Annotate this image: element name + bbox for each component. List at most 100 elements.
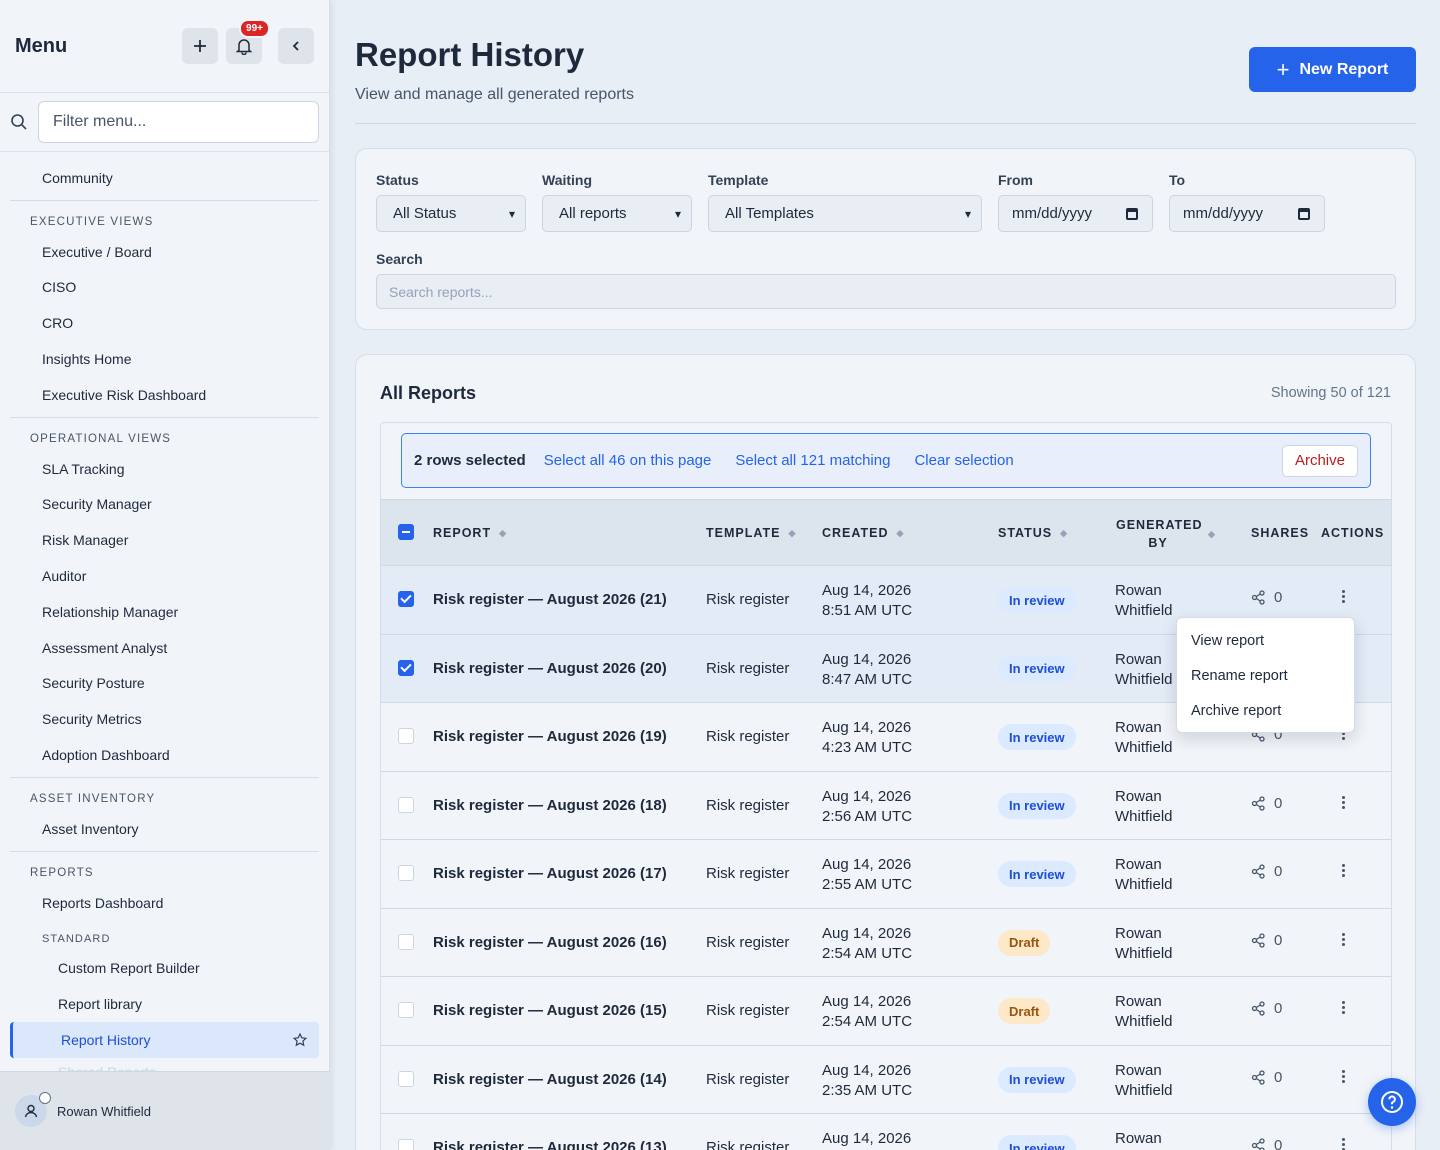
select-all-link[interactable]: Select all 121 matching	[735, 452, 890, 469]
collapse-sidebar-button[interactable]	[278, 28, 314, 64]
star-icon[interactable]	[293, 1033, 307, 1047]
row-actions-button[interactable]	[1339, 999, 1347, 1016]
table-row[interactable]: Risk register — August 2026 (16) Risk reg…	[381, 909, 1391, 977]
calendar-icon[interactable]	[1298, 207, 1310, 220]
column-report[interactable]: REPORT ◆	[433, 526, 506, 540]
shares-count[interactable]: 0	[1251, 1137, 1282, 1150]
clear-selection-link[interactable]: Clear selection	[914, 452, 1013, 469]
row-actions-button[interactable]	[1339, 862, 1347, 879]
shares-count[interactable]: 0	[1251, 932, 1282, 949]
status-select[interactable]: All Status ▾	[376, 195, 526, 232]
archive-button[interactable]: Archive	[1281, 444, 1358, 477]
column-template[interactable]: TEMPLATE ◆	[706, 526, 795, 540]
select-page-link[interactable]: Select all 46 on this page	[544, 452, 712, 469]
sidebar-item-adoption-dashboard[interactable]: Adoption Dashboard	[10, 737, 319, 773]
column-created[interactable]: CREATED ◆	[822, 526, 903, 540]
report-name[interactable]: Risk register — August 2026 (13)	[433, 1139, 667, 1150]
report-name[interactable]: Risk register — August 2026 (20)	[433, 660, 667, 677]
report-name[interactable]: Risk register — August 2026 (15)	[433, 1002, 667, 1019]
sidebar-item-executive-risk-dashboard[interactable]: Executive Risk Dashboard	[10, 377, 319, 413]
row-actions-button[interactable]	[1339, 794, 1347, 811]
filter-menu-input[interactable]	[38, 101, 319, 143]
sidebar-item-ciso[interactable]: CISO	[10, 270, 319, 306]
sidebar-item-insights-home[interactable]: Insights Home	[10, 341, 319, 377]
table-row[interactable]: Risk register — August 2026 (17) Risk reg…	[381, 840, 1391, 909]
row-checkbox[interactable]	[398, 1070, 414, 1087]
sidebar-item-asset-inventory[interactable]: Asset Inventory	[10, 811, 319, 847]
shares-value: 0	[1274, 1137, 1283, 1150]
row-checkbox[interactable]	[398, 591, 414, 607]
from-date-input[interactable]: mm/dd/yyyy	[998, 195, 1153, 232]
row-actions-button[interactable]	[1339, 1068, 1347, 1085]
table-row[interactable]: Risk register — August 2026 (15) Risk reg…	[381, 977, 1391, 1046]
row-checkbox[interactable]	[398, 728, 414, 744]
sidebar-item-reports-dashboard[interactable]: Reports Dashboard	[10, 885, 319, 921]
view-report-menu-item[interactable]: View report	[1177, 623, 1354, 658]
sidebar-item-cro[interactable]: CRO	[10, 305, 319, 341]
column-generated-by[interactable]: GENERATED BY ◆	[1116, 516, 1236, 552]
add-button[interactable]	[182, 28, 218, 64]
notifications-button[interactable]: 99+	[226, 19, 270, 64]
report-template: Risk register	[706, 1002, 790, 1019]
sidebar-item-sla-tracking[interactable]: SLA Tracking	[10, 451, 319, 487]
sidebar-item-report-history[interactable]: Report History	[10, 1022, 319, 1058]
table-row[interactable]: Risk register — August 2026 (14) Risk reg…	[381, 1046, 1391, 1114]
sidebar-item-executive-board[interactable]: Executive / Board	[10, 234, 319, 270]
row-actions-button[interactable]	[1339, 588, 1347, 605]
row-checkbox[interactable]	[398, 933, 414, 950]
report-name[interactable]: Risk register — August 2026 (14)	[433, 1071, 667, 1088]
user-icon	[24, 1104, 38, 1118]
sidebar-item-shared-reports[interactable]: Shared Reports	[10, 1058, 319, 1071]
sidebar-section-heading: ASSET INVENTORY	[10, 776, 319, 811]
sidebar-item-security-metrics[interactable]: Security Metrics	[10, 701, 319, 737]
report-template: Risk register	[706, 796, 790, 814]
shares-count[interactable]: 0	[1251, 1000, 1282, 1017]
sidebar-section-heading: EXECUTIVE VIEWS	[10, 199, 319, 234]
table-row[interactable]: Risk register — August 2026 (18) Risk reg…	[381, 772, 1391, 840]
rename-report-menu-item[interactable]: Rename report	[1177, 658, 1354, 693]
waiting-select[interactable]: All reports ▾	[542, 195, 692, 232]
sidebar-item-community[interactable]: Community	[10, 160, 319, 196]
shares-count[interactable]: 0	[1251, 863, 1282, 880]
row-checkbox[interactable]	[398, 1002, 414, 1018]
avatar[interactable]	[15, 1092, 51, 1127]
report-name[interactable]: Risk register — August 2026 (17)	[433, 865, 667, 882]
calendar-icon[interactable]	[1126, 207, 1138, 220]
report-name[interactable]: Risk register — August 2026 (16)	[433, 934, 667, 951]
archive-report-menu-item[interactable]: Archive report	[1177, 693, 1354, 728]
row-actions-button[interactable]	[1339, 1136, 1347, 1150]
sidebar-item-report-library[interactable]: Report library	[10, 986, 319, 1022]
user-footer[interactable]: Rowan Whitfield	[0, 1071, 330, 1150]
report-created: Aug 14, 2026	[822, 1129, 911, 1149]
sidebar-item-security-posture[interactable]: Security Posture	[10, 666, 319, 702]
column-status[interactable]: STATUS ◆	[998, 526, 1067, 540]
sidebar-item-risk-manager[interactable]: Risk Manager	[10, 522, 319, 558]
sidebar-item-custom-report-builder[interactable]: Custom Report Builder	[10, 951, 319, 987]
row-checkbox[interactable]	[398, 1139, 414, 1150]
column-label: REPORT	[433, 526, 492, 540]
table-row[interactable]: Risk register — August 2026 (13) Risk reg…	[381, 1114, 1391, 1150]
report-name[interactable]: Risk register — August 2026 (21)	[433, 591, 667, 608]
status-badge: In review	[998, 861, 1076, 887]
search-placeholder: Search reports...	[389, 283, 493, 300]
report-name[interactable]: Risk register — August 2026 (18)	[433, 797, 667, 814]
select-all-checkbox[interactable]	[398, 524, 414, 540]
report-name[interactable]: Risk register — August 2026 (19)	[433, 728, 667, 745]
shares-count[interactable]: 0	[1251, 1069, 1282, 1086]
row-checkbox[interactable]	[398, 865, 414, 881]
row-actions-button[interactable]	[1339, 931, 1347, 948]
shares-count[interactable]: 0	[1251, 795, 1282, 812]
sidebar-item-relationship-manager[interactable]: Relationship Manager	[10, 594, 319, 630]
template-select[interactable]: All Templates ▾	[708, 195, 982, 232]
sidebar-item-auditor[interactable]: Auditor	[10, 558, 319, 594]
to-date-input[interactable]: mm/dd/yyyy	[1169, 195, 1325, 232]
sidebar-item-security-manager[interactable]: Security Manager	[10, 487, 319, 523]
row-checkbox[interactable]	[398, 659, 414, 676]
report-created: Aug 14, 2026 8:47 AM UTC	[822, 650, 912, 690]
help-button[interactable]	[1368, 1078, 1416, 1126]
shares-count[interactable]: 0	[1251, 589, 1282, 606]
search-reports-input[interactable]: Search reports...	[376, 274, 1396, 309]
row-checkbox[interactable]	[398, 796, 414, 813]
new-report-button[interactable]: + New Report	[1249, 47, 1416, 92]
sidebar-item-assessment-analyst[interactable]: Assessment Analyst	[10, 630, 319, 666]
